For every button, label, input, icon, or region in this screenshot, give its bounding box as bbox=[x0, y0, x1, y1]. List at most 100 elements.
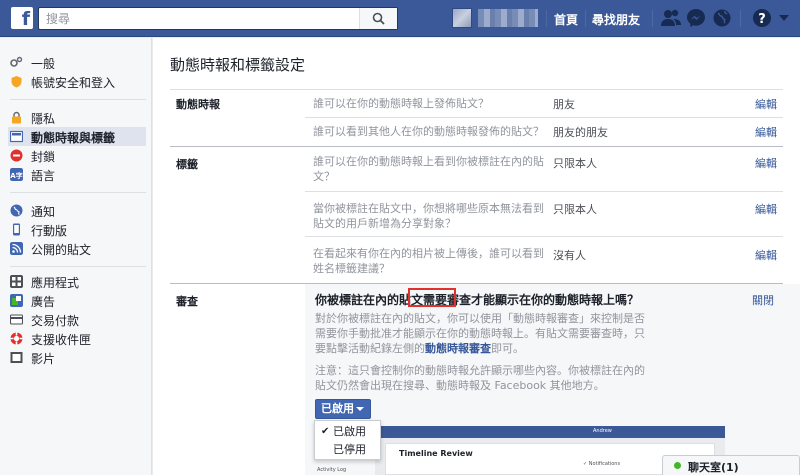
online-status-icon bbox=[674, 462, 681, 469]
mobile-icon bbox=[13, 223, 20, 236]
caret-down-icon[interactable] bbox=[779, 15, 789, 22]
sidebar-divider bbox=[10, 99, 146, 100]
lock-icon bbox=[12, 111, 21, 124]
sidebar-item-label: 封鎖 bbox=[31, 150, 56, 164]
row-divider bbox=[305, 236, 783, 237]
video-icon bbox=[10, 352, 23, 363]
tagging-suggestions-question: 在看起來有你在內的相片被上傳後，誰可以看到姓名標籤建議？ bbox=[313, 247, 544, 275]
shield-icon bbox=[11, 76, 22, 88]
tagging-audience-edit-link[interactable]: 編輯 bbox=[755, 201, 777, 217]
top-bar: f 首頁 尋找朋友 ? bbox=[0, 0, 800, 37]
section-divider bbox=[170, 146, 783, 147]
globe-icon bbox=[10, 204, 23, 217]
sidebar-divider bbox=[10, 192, 146, 193]
tagging-suggestions-edit-link[interactable]: 編輯 bbox=[755, 247, 777, 263]
menu-item-disabled[interactable]: 已停用 bbox=[315, 441, 380, 458]
sidebar-item-blocking[interactable]: 封鎖 bbox=[10, 146, 148, 165]
timeline-post-value: 朋友 bbox=[553, 98, 575, 111]
timeline-view-question: 誰可以看到其他人在你的動態時報發佈的貼文？ bbox=[313, 125, 544, 138]
sidebar-item-payments[interactable]: 交易付款 bbox=[10, 310, 148, 329]
friends-icon[interactable] bbox=[660, 8, 682, 28]
settings-sidebar: 一般 帳號安全和登入 隱私 動態時報與標籤 封鎖 A字 語言 通知 行動版 公開… bbox=[0, 38, 152, 475]
avatar[interactable] bbox=[452, 8, 472, 28]
sidebar-item-label: 支援收件匣 bbox=[31, 333, 92, 347]
search-button[interactable] bbox=[359, 8, 397, 29]
sidebar-item-videos[interactable]: 影片 bbox=[10, 348, 148, 367]
sidebar-item-label: 通知 bbox=[31, 205, 56, 219]
svg-text:?: ? bbox=[758, 12, 766, 27]
sidebar-item-label: 廣告 bbox=[31, 295, 56, 309]
caret-down-icon bbox=[356, 407, 364, 411]
profile-name-blurred[interactable] bbox=[478, 9, 538, 27]
rss-icon bbox=[10, 242, 23, 255]
sidebar-item-label: 應用程式 bbox=[31, 276, 80, 290]
page-title: 動態時報和標籤設定 bbox=[170, 56, 306, 74]
sidebar-item-label: 一般 bbox=[31, 57, 56, 71]
chat-label: 聊天室(1) bbox=[688, 461, 739, 474]
globe-icon[interactable] bbox=[712, 8, 732, 28]
timeline-icon bbox=[10, 130, 23, 143]
support-icon bbox=[10, 332, 23, 345]
dropdown-selected-label: 已啟用 bbox=[321, 402, 354, 415]
sidebar-item-privacy[interactable]: 隱私 bbox=[10, 108, 148, 127]
row-divider bbox=[305, 191, 783, 192]
sidebar-item-general[interactable]: 一般 bbox=[10, 53, 148, 72]
title-divider bbox=[170, 89, 783, 90]
facebook-logo[interactable]: f bbox=[11, 7, 33, 29]
settings-content: 動態時報和標籤設定 動態時報 誰可以在你的動態時報上發佈貼文？ 朋友 編輯 誰可… bbox=[153, 38, 800, 475]
sidebar-item-mobile[interactable]: 行動版 bbox=[10, 220, 148, 239]
chat-bar[interactable]: 聊天室(1) bbox=[662, 455, 800, 475]
timeline-view-value: 朋友的朋友 bbox=[553, 126, 608, 139]
tagging-see-question: 誰可以在你的動態時報上看到你被標註在內的貼文？ bbox=[313, 155, 544, 183]
sidebar-item-security[interactable]: 帳號安全和登入 bbox=[10, 72, 148, 91]
sidebar-item-notifications[interactable]: 通知 bbox=[10, 201, 148, 220]
nav-divider bbox=[585, 10, 586, 27]
section-label-tagging: 標籤 bbox=[176, 158, 198, 171]
ads-icon bbox=[10, 294, 23, 307]
menu-item-label: 已啟用 bbox=[333, 425, 366, 438]
search-box bbox=[38, 7, 398, 30]
timeline-post-edit-link[interactable]: 編輯 bbox=[755, 96, 777, 112]
tagging-audience-value: 只限本人 bbox=[553, 203, 597, 216]
tagging-see-edit-link[interactable]: 編輯 bbox=[755, 155, 777, 171]
check-icon: ✔ bbox=[321, 426, 330, 437]
gear-icon bbox=[10, 56, 23, 67]
nav-divider bbox=[740, 10, 741, 27]
timeline-post-question: 誰可以在你的動態時報上發佈貼文？ bbox=[313, 97, 489, 110]
review-close-link[interactable]: 關閉 bbox=[752, 292, 774, 308]
tagging-see-value: 只限本人 bbox=[553, 157, 597, 170]
review-status-menu: ✔ 已啟用 已停用 bbox=[314, 420, 381, 460]
sidebar-item-label: 帳號安全和登入 bbox=[31, 76, 116, 90]
sidebar-item-label: 行動版 bbox=[31, 224, 68, 238]
nav-home-link[interactable]: 首頁 bbox=[554, 11, 578, 28]
sidebar-item-support-inbox[interactable]: 支援收件匣 bbox=[10, 329, 148, 348]
nav-divider bbox=[652, 10, 653, 27]
block-icon bbox=[10, 149, 23, 162]
sidebar-item-apps[interactable]: 應用程式 bbox=[10, 272, 148, 291]
section-label-review: 審查 bbox=[176, 295, 198, 308]
sidebar-divider bbox=[10, 266, 146, 267]
card-icon bbox=[10, 314, 23, 325]
sidebar-item-label: 公開的貼文 bbox=[31, 243, 92, 257]
review-status-dropdown-button[interactable]: 已啟用 bbox=[315, 399, 371, 419]
messenger-icon[interactable] bbox=[686, 8, 706, 28]
sidebar-item-ads[interactable]: 廣告 bbox=[10, 291, 148, 310]
row-divider bbox=[305, 117, 783, 118]
sidebar-item-language[interactable]: A字 語言 bbox=[10, 165, 148, 184]
sidebar-item-label: 動態時報與標籤 bbox=[31, 131, 116, 145]
help-icon[interactable]: ? bbox=[752, 8, 772, 28]
nav-find-friends-link[interactable]: 尋找朋友 bbox=[592, 11, 640, 28]
menu-item-enabled[interactable]: ✔ 已啟用 bbox=[315, 423, 380, 440]
apps-icon bbox=[10, 275, 23, 288]
timeline-view-edit-link[interactable]: 編輯 bbox=[755, 124, 777, 140]
nav-divider bbox=[546, 10, 547, 27]
menu-item-label: 已停用 bbox=[333, 443, 366, 456]
sidebar-item-label: 語言 bbox=[31, 169, 56, 183]
sidebar-item-label: 隱私 bbox=[31, 112, 56, 126]
section-label-timeline: 動態時報 bbox=[176, 98, 220, 111]
sidebar-item-timeline-and-tagging[interactable]: 動態時報與標籤 bbox=[8, 127, 146, 146]
search-icon bbox=[372, 12, 385, 25]
search-input[interactable] bbox=[39, 8, 361, 29]
sidebar-item-public-posts[interactable]: 公開的貼文 bbox=[10, 239, 148, 258]
language-icon: A字 bbox=[10, 168, 23, 181]
